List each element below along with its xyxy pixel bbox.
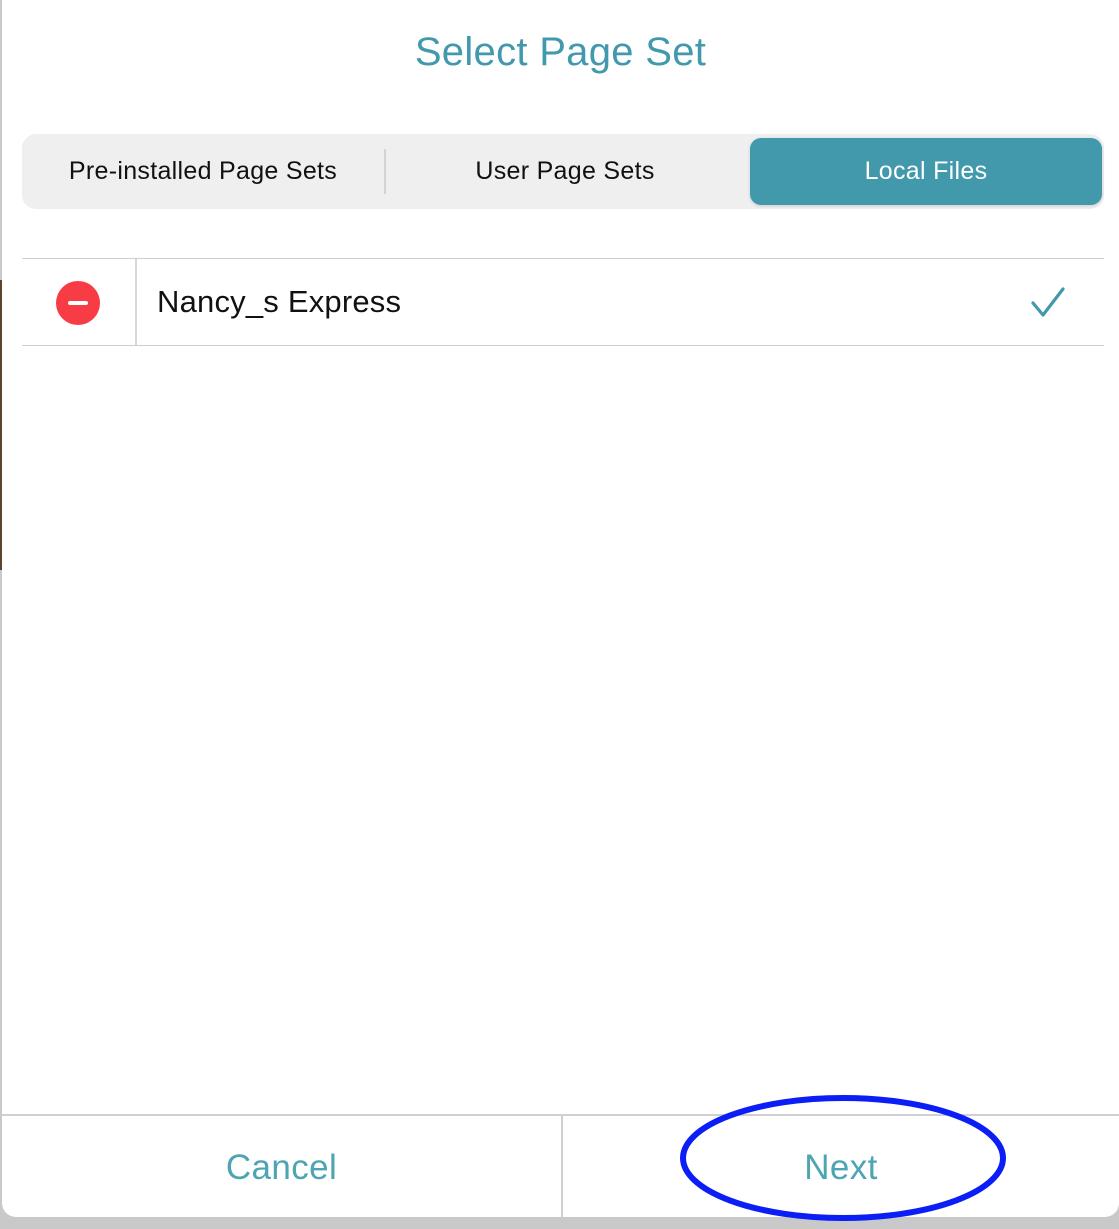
select-page-set-dialog: Select Page Set Pre-installed Page Sets … [2,0,1119,1217]
checkmark-icon [1031,287,1065,317]
dialog-footer: Cancel Next [2,1114,1119,1217]
segment-local-files[interactable]: Local Files [750,138,1102,205]
page-set-segmented-control: Pre-installed Page Sets User Page Sets L… [22,134,1104,209]
list-item-label: Nancy_s Express [157,284,402,319]
next-button[interactable]: Next [563,1116,1119,1217]
delete-button[interactable] [22,259,137,345]
segment-user-page-sets[interactable]: User Page Sets [384,138,746,205]
dialog-title: Select Page Set [414,30,707,74]
list-item[interactable]: Nancy_s Express [22,258,1104,346]
screen-background: Select Page Set Pre-installed Page Sets … [0,0,1119,1229]
cancel-button[interactable]: Cancel [2,1116,561,1217]
minus-circle-icon[interactable] [56,281,100,325]
segment-pre-installed-page-sets[interactable]: Pre-installed Page Sets [22,138,384,205]
